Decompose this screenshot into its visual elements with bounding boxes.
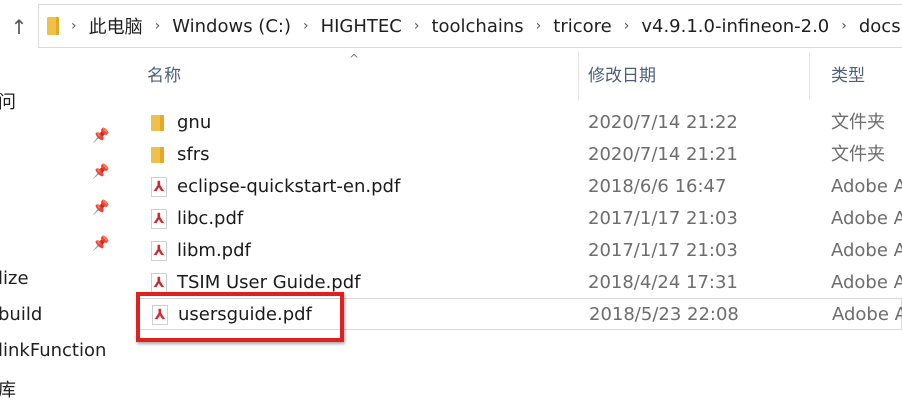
breadcrumb-drive-c[interactable]: Windows (C:) — [172, 16, 291, 37]
pdf-icon: ⅄ — [151, 273, 167, 293]
file-type: Adobe A — [831, 208, 902, 229]
chevron-right-icon[interactable]: › — [841, 18, 847, 34]
folder-icon — [47, 17, 59, 35]
file-name: gnu — [177, 112, 212, 133]
file-date: 2020/7/14 21:21 — [588, 144, 738, 165]
column-header-name[interactable]: 名称 — [147, 52, 577, 100]
file-type: Adobe A — [832, 304, 902, 325]
chevron-right-icon[interactable]: › — [536, 18, 542, 34]
breadcrumb-tricore[interactable]: tricore — [553, 16, 611, 37]
breadcrumb-docs[interactable]: docs — [859, 16, 901, 37]
annotation-highlight-box — [136, 292, 344, 342]
pdf-icon: ⅄ — [151, 209, 167, 229]
up-arrow-icon[interactable]: ↑ — [6, 12, 32, 42]
breadcrumb-hightec[interactable]: HIGHTEC — [321, 16, 402, 37]
pin-icon[interactable]: 📌 — [92, 200, 109, 216]
file-type: Adobe A — [831, 272, 902, 293]
breadcrumb-toolchains[interactable]: toolchains — [431, 16, 523, 37]
folder-icon — [151, 115, 164, 131]
pdf-icon: ⅄ — [151, 241, 167, 261]
folder-icon — [151, 147, 164, 163]
nav-item[interactable]: 问 — [0, 88, 16, 114]
file-name: sfrs — [177, 144, 210, 165]
column-header-date[interactable]: 修改日期 — [588, 52, 808, 100]
file-row[interactable]: ⅄ libm.pdf 2017/1/17 21:03 Adobe A — [139, 235, 902, 267]
breadcrumb-this-pc[interactable]: 此电脑 — [89, 13, 143, 39]
file-name: libm.pdf — [177, 240, 251, 261]
pdf-icon: ⅄ — [151, 177, 167, 197]
chevron-right-icon[interactable]: › — [414, 18, 420, 34]
file-type: Adobe A — [831, 240, 902, 261]
navigation-pane: 问 📌 📌 📌 📌 lize build linkFunction 库 — [0, 52, 118, 401]
chevron-right-icon[interactable]: › — [155, 18, 161, 34]
chevron-right-icon[interactable]: › — [303, 18, 309, 34]
pin-icon[interactable]: 📌 — [92, 236, 109, 252]
chevron-right-icon[interactable]: › — [71, 18, 77, 34]
pin-icon[interactable]: 📌 — [92, 128, 109, 144]
nav-item[interactable]: linkFunction — [0, 340, 106, 361]
file-date: 2017/1/17 21:03 — [588, 208, 738, 229]
nav-item[interactable]: lize — [0, 268, 29, 289]
column-divider[interactable] — [809, 52, 810, 100]
file-date: 2020/7/14 21:22 — [588, 112, 738, 133]
file-row[interactable]: sfrs 2020/7/14 21:21 文件夹 — [139, 139, 902, 171]
file-name: libc.pdf — [177, 208, 244, 229]
file-row[interactable]: ⅄ eclipse-quickstart-en.pdf 2018/6/6 16:… — [139, 171, 902, 203]
column-divider[interactable] — [578, 52, 579, 100]
address-toolbar: ↑ › 此电脑 › Windows (C:) › HIGHTEC › toolc… — [0, 0, 902, 52]
file-name: eclipse-quickstart-en.pdf — [177, 176, 401, 197]
file-date: 2018/5/23 22:08 — [589, 304, 739, 325]
file-date: 2018/6/6 16:47 — [588, 176, 727, 197]
file-row[interactable]: ⅄ libc.pdf 2017/1/17 21:03 Adobe A — [139, 203, 902, 235]
file-row[interactable]: gnu 2020/7/14 21:22 文件夹 — [139, 107, 902, 139]
file-type: Adobe A — [831, 176, 902, 197]
file-date: 2017/1/17 21:03 — [588, 240, 738, 261]
column-header-type[interactable]: 类型 — [831, 52, 902, 100]
nav-item[interactable]: 库 — [0, 376, 16, 402]
file-type: 文件夹 — [831, 144, 885, 165]
pin-icon[interactable]: 📌 — [92, 164, 109, 180]
file-date: 2018/4/24 17:31 — [588, 272, 738, 293]
breadcrumb-version[interactable]: v4.9.1.0-infineon-2.0 — [641, 16, 829, 37]
nav-item[interactable]: build — [0, 304, 42, 325]
file-type: 文件夹 — [831, 112, 885, 133]
chevron-right-icon[interactable]: › — [624, 18, 630, 34]
address-bar[interactable]: › 此电脑 › Windows (C:) › HIGHTEC › toolcha… — [38, 4, 902, 48]
